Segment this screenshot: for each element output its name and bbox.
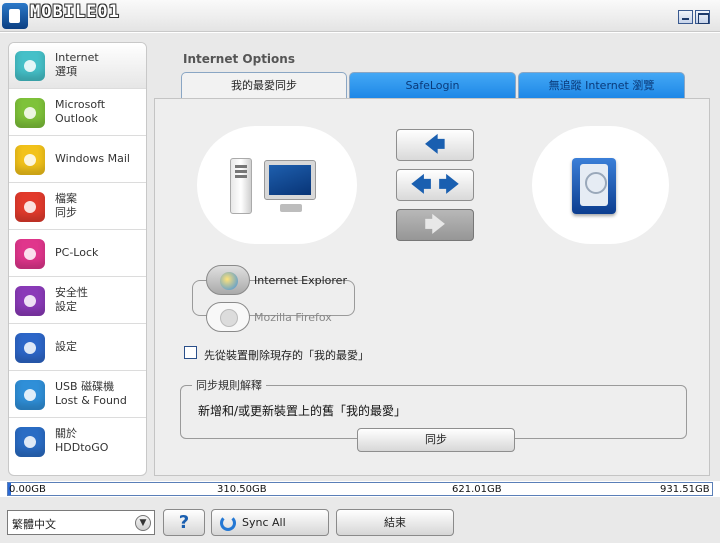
sidebar-item-label: USB 磁碟機 Lost & Found xyxy=(55,380,127,407)
arrow-right-icon: 🡆 xyxy=(424,212,446,236)
sidebar: Internet 選項 Microsoft Outlook Windows Ma… xyxy=(8,42,147,476)
ie-radio[interactable] xyxy=(206,265,250,295)
sidebar-item-usb-lost-found[interactable]: USB 磁碟機 Lost & Found xyxy=(9,372,146,418)
sidebar-item-outlook[interactable]: Microsoft Outlook xyxy=(9,90,146,136)
magnifier-icon xyxy=(15,380,45,410)
sidebar-item-file-sync[interactable]: 檔案 同步 xyxy=(9,184,146,230)
sync-all-label: Sync All xyxy=(242,516,286,529)
computer-icon xyxy=(230,158,320,216)
sidebar-item-about[interactable]: 關於 HDDtoGO xyxy=(9,419,146,465)
tab-safelogin[interactable]: SafeLogin xyxy=(349,72,516,99)
delete-existing-checkbox[interactable] xyxy=(184,346,197,359)
gear-icon xyxy=(15,333,45,363)
file-sync-icon xyxy=(15,192,45,222)
key-icon xyxy=(15,239,45,269)
two-way-sync-button[interactable]: 🡄 🡆 xyxy=(396,169,474,201)
help-button[interactable]: ? xyxy=(163,509,205,536)
sidebar-item-settings[interactable]: 設定 xyxy=(9,325,146,371)
ie-label: Internet Explorer xyxy=(254,274,347,287)
sidebar-item-label: Microsoft Outlook xyxy=(55,98,106,125)
exit-button[interactable]: 結束 xyxy=(336,509,454,536)
hard-drive-icon xyxy=(572,158,616,214)
sync-rules-legend: 同步規則解釋 xyxy=(192,377,266,393)
delete-existing-label: 先從裝置刪除現存的「我的最愛」 xyxy=(204,349,369,362)
sync-icon xyxy=(220,515,236,531)
arrow-both-icon: 🡄 🡆 xyxy=(410,172,460,196)
sidebar-item-label: 安全性 設定 xyxy=(55,286,88,313)
sidebar-item-windows-mail[interactable]: Windows Mail xyxy=(9,137,146,183)
sidebar-item-security[interactable]: 安全性 設定 xyxy=(9,278,146,324)
tab-private-browsing[interactable]: 無追蹤 Internet 瀏覽 xyxy=(518,72,685,99)
capacity-label-1: 310.50GB xyxy=(217,484,267,495)
copy-to-device-button[interactable]: 🡆 xyxy=(396,209,474,241)
copy-to-computer-button[interactable]: 🡄 xyxy=(396,129,474,161)
minimize-button[interactable] xyxy=(678,10,693,24)
title-bar: MOBILE01 xyxy=(0,0,720,32)
capacity-label-0: 0.00GB xyxy=(9,484,46,495)
sidebar-item-internet-options[interactable]: Internet 選項 xyxy=(9,43,146,89)
watermark: MOBILE01 xyxy=(30,2,120,22)
internet-options-icon xyxy=(15,51,45,81)
help-icon: ? xyxy=(178,512,190,533)
firefox-icon xyxy=(220,309,238,327)
windows-mail-icon xyxy=(15,145,45,175)
sidebar-item-pc-lock[interactable]: PC-Lock xyxy=(9,231,146,277)
capacity-label-2: 621.01GB xyxy=(452,484,502,495)
language-value: 繁體中文 xyxy=(12,518,56,531)
sidebar-item-label: Windows Mail xyxy=(55,152,130,165)
sidebar-item-label: PC-Lock xyxy=(55,246,99,259)
capacity-bar xyxy=(7,482,713,496)
chevron-down-icon: ▼ xyxy=(135,515,151,531)
sync-rules-text: 新增和/或更新裝置上的舊「我的最愛」 xyxy=(198,404,407,418)
app-logo-icon xyxy=(2,3,28,29)
language-select[interactable]: 繁體中文 ▼ xyxy=(7,510,155,535)
sidebar-item-label: 關於 HDDtoGO xyxy=(55,427,109,454)
sidebar-item-label: 設定 xyxy=(55,340,77,353)
briefcase-icon xyxy=(15,427,45,457)
arrow-left-icon: 🡄 xyxy=(424,132,446,156)
outlook-icon xyxy=(15,98,45,128)
tab-favorites-sync[interactable]: 我的最愛同步 xyxy=(181,72,347,99)
internet-explorer-icon xyxy=(220,272,238,290)
firefox-radio[interactable] xyxy=(206,302,250,332)
capacity-label-3: 931.51GB xyxy=(660,484,710,495)
maximize-button[interactable] xyxy=(695,10,710,24)
sync-button[interactable]: 同步 xyxy=(357,428,515,452)
lock-icon xyxy=(15,286,45,316)
sync-all-button[interactable]: Sync All xyxy=(211,509,329,536)
page-title: Internet Options xyxy=(183,52,295,66)
firefox-label: Mozilla Firefox xyxy=(254,311,332,324)
sidebar-item-label: 檔案 同步 xyxy=(55,192,77,219)
sidebar-item-label: Internet 選項 xyxy=(55,51,99,78)
